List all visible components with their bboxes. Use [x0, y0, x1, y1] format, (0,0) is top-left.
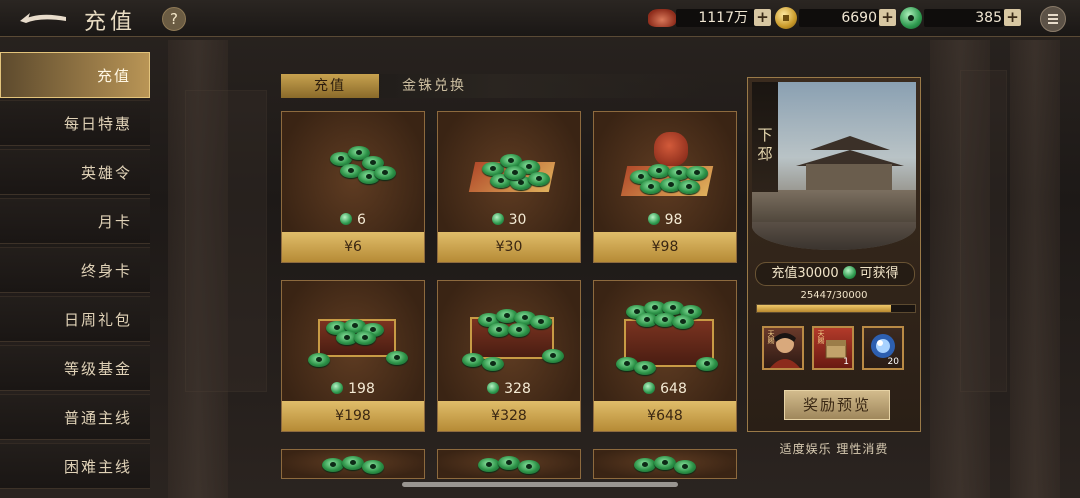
sidebar-item-recharge[interactable]: 充值	[0, 52, 150, 98]
reward-orb[interactable]: 20	[862, 326, 904, 370]
background-screen	[185, 90, 267, 392]
jade-coin-icon	[842, 266, 856, 279]
home-indicator[interactable]	[402, 482, 678, 487]
amount-value: 6	[357, 212, 366, 228]
reward-tag: 天赐	[817, 330, 825, 344]
jade-coin-icon	[647, 213, 660, 225]
progress-bar	[756, 304, 916, 313]
cumulative-recharge-panel: 下 邳 充值30000 可获得 25447/30000 天赐 天赐 1 20 奖励…	[747, 77, 921, 432]
jade-coin-icon	[643, 382, 656, 394]
product-amount: 98	[594, 212, 736, 228]
background-screen	[960, 70, 1007, 392]
amount-value: 648	[660, 381, 687, 397]
sidebar-item-hard-mainline[interactable]: 困难主线	[0, 443, 150, 489]
menu-icon[interactable]	[1040, 6, 1066, 32]
jade-coins-treasure-chest-icon	[616, 301, 718, 375]
product-amount: 648	[594, 381, 736, 397]
amount-value: 30	[508, 212, 527, 228]
location-char: 邳	[757, 145, 773, 163]
product-card[interactable]	[593, 449, 737, 479]
price-button[interactable]: ¥98	[594, 232, 736, 262]
reward-treasure-chest[interactable]: 天赐 1	[812, 326, 854, 370]
reward-count: 20	[887, 357, 899, 367]
jade-coins-icon	[304, 132, 404, 202]
product-card[interactable]	[437, 449, 581, 479]
location-name: 下 邳	[752, 126, 778, 164]
amount-value: 198	[348, 381, 375, 397]
jade-coins-box-icon	[304, 301, 408, 371]
reward-hero-portrait[interactable]: 天赐	[762, 326, 804, 370]
product-card[interactable]: 648 ¥648	[593, 280, 737, 432]
jade-coin-icon	[487, 382, 500, 394]
healthy-gaming-notice: 适度娱乐 理性消费	[779, 442, 889, 456]
resource-value: 385	[975, 10, 1002, 26]
tab-gold-exchange[interactable]: 金铢兑换	[379, 74, 489, 98]
product-amount: 198	[282, 381, 424, 397]
sidebar: 充值 每日特惠 英雄令 月卡 终身卡 日周礼包 等级基金 普通主线 困难主线	[0, 48, 152, 498]
progress-fill	[757, 305, 892, 312]
progress-text: 25447/30000	[800, 290, 868, 301]
goal-prefix: 充值30000	[771, 266, 839, 281]
product-card[interactable]: 198 ¥198	[281, 280, 425, 432]
page-title: 充值	[84, 10, 137, 35]
add-jade-button[interactable]: +	[1004, 9, 1021, 26]
recharge-goal: 充值30000 可获得	[755, 262, 915, 286]
sidebar-item-hero-order[interactable]: 英雄令	[0, 149, 150, 195]
sidebar-item-normal-mainline[interactable]: 普通主线	[0, 394, 150, 440]
price-button[interactable]: ¥6	[282, 232, 424, 262]
jade-coin-icon	[900, 7, 922, 29]
product-card[interactable]: 6 ¥6	[281, 111, 425, 263]
sidebar-item-monthly-card[interactable]: 月卡	[0, 198, 150, 244]
help-button[interactable]: ?	[162, 7, 186, 31]
location-char: 下	[757, 126, 773, 144]
back-arrow-icon[interactable]	[18, 9, 68, 27]
sidebar-item-level-fund[interactable]: 等级基金	[0, 345, 150, 391]
ingot-icon	[648, 9, 676, 27]
resource-value: 6690	[841, 10, 877, 26]
price-button[interactable]: ¥648	[594, 401, 736, 431]
product-card[interactable]	[281, 449, 425, 479]
sidebar-item-daily-deals[interactable]: 每日特惠	[0, 100, 150, 146]
jade-coin-icon	[331, 382, 344, 394]
reward-tag: 天赐	[767, 330, 775, 344]
goal-suffix: 可获得	[859, 266, 899, 281]
jade-coins-chest-icon	[460, 301, 564, 371]
top-bar: 充值 ? 1117万 + 6690 + 385 +	[0, 0, 1080, 37]
reward-count: 1	[843, 357, 849, 367]
add-ingot-button[interactable]: +	[754, 9, 771, 26]
resource-value: 1117万	[698, 10, 748, 26]
amount-value: 98	[664, 212, 683, 228]
sidebar-item-lifetime-card[interactable]: 终身卡	[0, 247, 150, 293]
gold-coin-icon	[775, 7, 797, 29]
product-card[interactable]: 98 ¥98	[593, 111, 737, 263]
product-card[interactable]: 30 ¥30	[437, 111, 581, 263]
jade-coins-on-cloth-icon	[460, 132, 560, 202]
tab-recharge[interactable]: 充值	[281, 74, 379, 98]
jade-coin-icon	[491, 213, 504, 225]
jade-coin-icon	[340, 213, 353, 225]
price-button[interactable]: ¥30	[438, 232, 580, 262]
product-amount: 6	[282, 212, 424, 228]
add-gold-button[interactable]: +	[879, 9, 896, 26]
price-button[interactable]: ¥198	[282, 401, 424, 431]
product-amount: 328	[438, 381, 580, 397]
tab-bar: 充值 金铢兑换	[281, 74, 711, 98]
background-pillar	[1010, 40, 1060, 498]
product-amount: 30	[438, 212, 580, 228]
product-card[interactable]: 328 ¥328	[437, 280, 581, 432]
amount-value: 328	[504, 381, 531, 397]
reward-preview-button[interactable]: 奖励预览	[784, 390, 890, 420]
jade-coins-with-bag-icon	[616, 132, 716, 202]
price-button[interactable]: ¥328	[438, 401, 580, 431]
sidebar-item-daily-weekly-pack[interactable]: 日周礼包	[0, 296, 150, 342]
